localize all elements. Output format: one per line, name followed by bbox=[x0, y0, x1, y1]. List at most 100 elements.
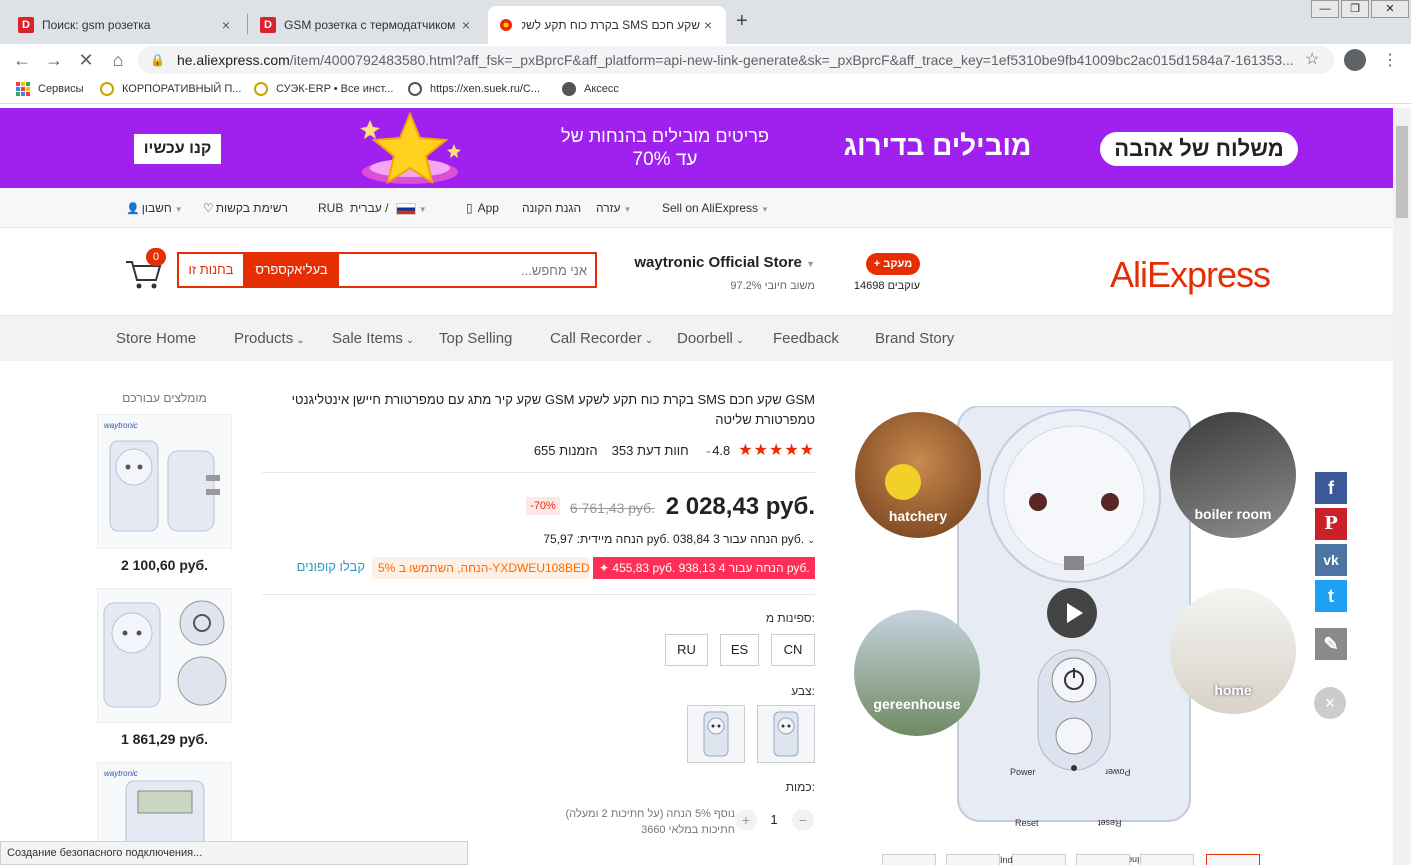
store-coupon-badge[interactable]: ✦ 455,83 руб. הנחה עבור 4 938,13 руб. bbox=[593, 557, 815, 579]
bookmark-access[interactable]: Аксесс bbox=[562, 82, 619, 96]
get-coupons-link[interactable]: קבלו קופונים bbox=[262, 559, 365, 574]
recommended-product-image[interactable]: waytronic bbox=[97, 414, 232, 549]
color-option-2[interactable] bbox=[757, 705, 815, 763]
forward-arrow-icon[interactable]: → bbox=[40, 44, 68, 76]
browser-tab-aliexpress[interactable]: שקע חכם SMS בקרת כוח תקע לשקע × bbox=[488, 6, 726, 44]
store-feedback: 97.2% משוב חיובי bbox=[730, 280, 815, 292]
pinterest-share-icon[interactable]: P bbox=[1315, 508, 1347, 540]
edit-pencil-icon[interactable]: ✎ bbox=[1315, 628, 1347, 660]
stop-loading-icon[interactable]: ✕ bbox=[72, 44, 100, 76]
help-menu[interactable]: עזרה ▼ bbox=[596, 201, 631, 215]
gallery-thumbnail[interactable] bbox=[1012, 854, 1066, 865]
gallery-thumbnail[interactable] bbox=[1076, 854, 1130, 865]
scrollbar-thumb[interactable] bbox=[1396, 126, 1408, 218]
star-rating-icon[interactable]: ★★★★★ bbox=[738, 440, 815, 460]
cart-count-badge: 0 bbox=[146, 248, 166, 266]
bookmark-corporate[interactable]: КОРПОРАТИВНЫЙ П... bbox=[100, 82, 241, 96]
store-nav-sale-items[interactable]: Sale Items ⌄ bbox=[332, 330, 414, 347]
bookmark-xen[interactable]: https://xen.suek.ru/C... bbox=[408, 82, 540, 96]
user-icon: 👤 bbox=[126, 203, 140, 215]
sell-on-aliexpress-menu[interactable]: Sell on AliExpress ▼ bbox=[662, 201, 769, 215]
store-nav-call-recorder[interactable]: Call Recorder ⌄ bbox=[550, 330, 653, 347]
stock-note: 3660 חתיכות במלאי bbox=[641, 824, 735, 836]
currency-language-selector[interactable]: RUB עברית / ▼ bbox=[318, 201, 427, 215]
quantity-value[interactable]: 1 bbox=[763, 812, 785, 827]
site-top-nav: 👤 חשבון ▼ ♡ רשימת בקשות RUB עברית / ▼ ▯ App … bbox=[0, 188, 1393, 228]
close-tab-icon[interactable]: × bbox=[458, 17, 474, 33]
bookmark-suek-erp[interactable]: СУЭК-ERP • Все инст... bbox=[254, 82, 393, 96]
buy-now-button[interactable]: קנו עכשיו bbox=[134, 134, 221, 164]
quantity-decrease-button[interactable]: − bbox=[792, 809, 814, 831]
gallery-thumbnail[interactable] bbox=[946, 854, 1000, 865]
gallery-thumbnail[interactable] bbox=[1140, 854, 1194, 865]
browser-menu-icon[interactable]: ⋮ bbox=[1382, 50, 1398, 70]
home-usage-image[interactable]: home bbox=[1170, 588, 1296, 714]
close-tab-icon[interactable]: × bbox=[218, 17, 234, 33]
reviews-count[interactable]: 353 חוות דעת bbox=[612, 443, 689, 458]
ship-from-es-option[interactable]: ES bbox=[720, 634, 759, 666]
hatchery-usage-image[interactable]: hatchery bbox=[855, 412, 981, 538]
aliexpress-favicon-icon bbox=[498, 17, 514, 33]
aliexpress-logo[interactable]: AliExpress bbox=[1110, 254, 1271, 296]
bookmark-services[interactable]: Сервисы bbox=[16, 82, 84, 96]
recommended-title: מומלצים עבורכם bbox=[122, 391, 207, 405]
back-arrow-icon[interactable]: ← bbox=[8, 44, 36, 76]
chevron-down-icon: ▼ bbox=[761, 205, 769, 214]
gallery-thumbnail[interactable] bbox=[882, 854, 936, 865]
promo-line-1: פריטים מובילים בהנחות של bbox=[561, 126, 769, 146]
profile-avatar-icon[interactable] bbox=[1344, 49, 1366, 71]
color-option-1[interactable] bbox=[687, 705, 745, 763]
page-scrollbar[interactable] bbox=[1393, 108, 1411, 865]
nav-label: Feedback bbox=[773, 330, 839, 347]
store-nav-home[interactable]: Store Home bbox=[116, 330, 196, 347]
product-gallery[interactable]: Power Power Reset Reset Indicator light … bbox=[850, 398, 1300, 865]
store-nav-doorbell[interactable]: Doorbell ⌄ bbox=[677, 330, 744, 347]
store-nav-feedback[interactable]: Feedback bbox=[773, 330, 839, 347]
bulk-discount-note: נוסף 5% הנחה (על חתיכות 2 ומעלה) bbox=[565, 808, 736, 820]
restore-window-button[interactable]: ❐ bbox=[1341, 0, 1369, 18]
recommended-product-image[interactable] bbox=[97, 588, 232, 723]
account-menu[interactable]: 👤 חשבון ▼ bbox=[126, 201, 183, 215]
boiler-room-usage-image[interactable]: boiler room bbox=[1170, 412, 1296, 538]
promo-banner[interactable]: קנו עכשיו פריטים מובילים בהנחות של עד 70… bbox=[0, 108, 1393, 188]
address-bar[interactable]: 🔒 he.aliexpress.com/item/4000792483580.h… bbox=[138, 46, 1334, 74]
buyer-protection-link[interactable]: הגנת הקונה bbox=[522, 201, 581, 215]
usage-label: boiler room bbox=[1194, 506, 1272, 522]
browser-tab-search[interactable]: D Поиск: gsm розетка × bbox=[8, 6, 244, 44]
search-aliexpress-button[interactable]: בעליאקספרס bbox=[244, 254, 339, 286]
follow-store-button[interactable]: + מעקב bbox=[866, 253, 920, 275]
app-link[interactable]: ▯ App bbox=[466, 201, 499, 215]
vk-share-icon[interactable]: vk bbox=[1315, 544, 1347, 576]
wishlist-link[interactable]: ♡ רשימת בקשות bbox=[203, 201, 288, 215]
close-tab-icon[interactable]: × bbox=[700, 17, 716, 33]
twitter-share-icon[interactable]: t bbox=[1315, 580, 1347, 612]
bookmark-star-icon[interactable]: ☆ bbox=[1305, 49, 1319, 69]
quantity-increase-button[interactable]: + bbox=[735, 809, 757, 831]
close-share-icon[interactable]: × bbox=[1314, 687, 1346, 719]
store-nav: Store Home Products ⌄ Sale Items ⌄ Top Sel… bbox=[0, 316, 1393, 361]
ship-from-ru-option[interactable]: RU bbox=[665, 634, 708, 666]
gallery-thumbnail-selected[interactable] bbox=[1206, 854, 1260, 865]
store-name[interactable]: waytronic Official Store ▼ bbox=[620, 254, 815, 271]
store-nav-top-selling[interactable]: Top Selling bbox=[439, 330, 512, 347]
new-tab-button[interactable]: + bbox=[736, 10, 748, 33]
browser-tab-product[interactable]: D GSM розетка с термодатчиком ITimer × bbox=[250, 6, 484, 44]
store-nav-products[interactable]: Products ⌄ bbox=[234, 330, 305, 347]
close-window-button[interactable]: ✕ bbox=[1371, 0, 1409, 18]
usage-label: gereenhouse bbox=[873, 696, 961, 712]
minimize-window-button[interactable]: — bbox=[1311, 0, 1339, 18]
store-header: 0 בחנות זו בעליאקספרס waytronic Official… bbox=[0, 228, 1393, 316]
search-in-store-button[interactable]: בחנות זו bbox=[179, 254, 244, 286]
instant-discount-info[interactable]: הנחה מיידית: 75,97 руб. הנחה עבור 3 038,… bbox=[262, 532, 815, 546]
home-icon[interactable]: ⌂ bbox=[104, 44, 132, 76]
rating-value[interactable]: 4.8 bbox=[712, 443, 730, 458]
store-nav-brand-story[interactable]: Brand Story bbox=[875, 330, 954, 347]
play-video-button[interactable] bbox=[1047, 588, 1097, 638]
bookmark-label: https://xen.suek.ru/C... bbox=[430, 83, 541, 95]
ship-from-cn-option[interactable]: CN bbox=[771, 634, 815, 666]
greenhouse-usage-image[interactable]: gereenhouse bbox=[854, 610, 980, 736]
promo-code-badge[interactable]: 5% הנחה, השתמשו ב-YXDWEU108BED bbox=[372, 557, 589, 579]
facebook-share-icon[interactable]: f bbox=[1315, 472, 1347, 504]
search-input[interactable] bbox=[339, 254, 595, 286]
orders-count: 655 הזמנות bbox=[533, 442, 598, 458]
